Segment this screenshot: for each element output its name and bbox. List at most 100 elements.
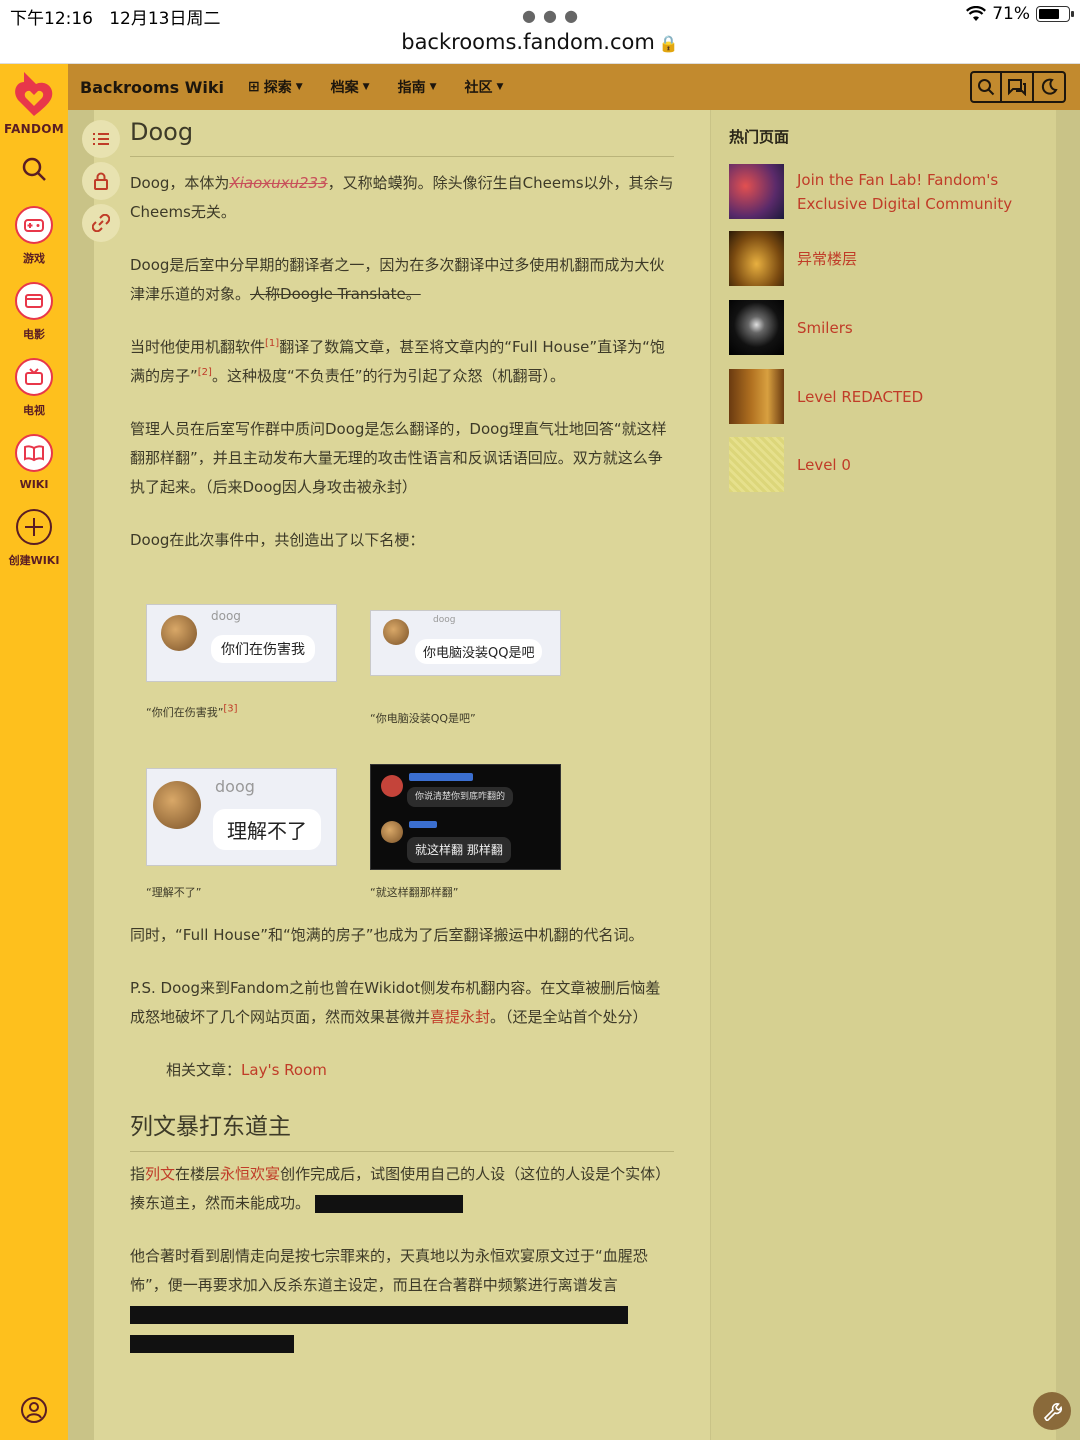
- reference-link[interactable]: [3]: [223, 703, 237, 714]
- reference-link[interactable]: [2]: [198, 367, 212, 378]
- chevron-down-icon: ▼: [362, 82, 370, 92]
- popular-page-item[interactable]: Join the Fan Lab! Fandom's Exclusive Dig…: [729, 164, 1037, 219]
- status-time: 下午12:16 12月13日周二: [10, 9, 221, 29]
- doog-avatar: [383, 619, 409, 645]
- reference-link[interactable]: [1]: [265, 338, 279, 349]
- page-title: Doog: [130, 114, 674, 157]
- gallery-image-2[interactable]: doog 你电脑没装QQ是吧: [370, 610, 561, 676]
- moon-icon: [1041, 78, 1058, 95]
- protect-button[interactable]: [82, 162, 120, 200]
- gallery-caption: “你们在伤害我”[3]: [146, 703, 238, 719]
- popular-pages: 热门页面 Join the Fan Lab! Fandom's Exclusiv…: [729, 126, 1049, 492]
- gallery-image-1[interactable]: doog 你们在伤害我: [146, 604, 337, 682]
- gamepad-icon: [15, 206, 53, 244]
- toc-button[interactable]: [82, 120, 120, 158]
- list-icon: [93, 133, 109, 145]
- rail-games[interactable]: 游戏: [0, 206, 68, 266]
- fandom-wordmark: FANDOM: [3, 122, 65, 136]
- popular-page-thumbnail: [729, 300, 784, 355]
- doog-avatar: [381, 821, 403, 843]
- doog-avatar: [153, 781, 201, 829]
- nav-guide[interactable]: 指南 ▼: [398, 77, 437, 97]
- right-gutter: [1056, 110, 1080, 1440]
- paragraph: Doog，本体为Xiaoxuxu233，又称蛤蟆狗。除头像衍生自Cheems以外…: [130, 174, 674, 221]
- status-right: 71%: [966, 4, 1074, 24]
- article-content-lower: 同时，“Full House”和“饱满的房子”也成为了后室翻译搬运中机翻的代名词…: [130, 921, 674, 1382]
- rail-create-label: 创建WIKI: [8, 554, 60, 567]
- rail-search[interactable]: [0, 156, 68, 186]
- popular-page-item[interactable]: 异常楼层: [729, 231, 1037, 286]
- lock-icon: [94, 172, 108, 190]
- popular-pages-title: 热门页面: [729, 128, 790, 146]
- search-icon: [22, 157, 46, 181]
- wifi-icon: [966, 6, 987, 21]
- address-bar[interactable]: backrooms.fandom.com 🔒: [0, 30, 1080, 54]
- rail-tv-label: 电视: [23, 404, 45, 417]
- paragraph: P.S. Doog来到Fandom之前也曾在Wikidot侧发布机翻内容。在文章…: [130, 979, 661, 1026]
- strikethrough-link[interactable]: Xiaoxuxu233: [229, 174, 327, 192]
- popular-page-thumbnail: [729, 231, 784, 286]
- rail-wiki[interactable]: WIKI: [0, 434, 68, 491]
- user-avatar: [381, 775, 403, 797]
- redaction-bar: [130, 1305, 628, 1324]
- popular-page-item[interactable]: Level 0: [729, 437, 1037, 492]
- fandom-global-nav: FANDOM 游戏 电影 电视 WIKI 创建WIKI: [0, 64, 68, 1440]
- page-side-tools: [82, 120, 120, 246]
- popular-page-thumbnail: [729, 437, 784, 492]
- book-icon: [15, 434, 53, 472]
- fandom-logo[interactable]: FANDOM: [0, 70, 68, 136]
- redaction-bar: [314, 1194, 463, 1213]
- share-link-button[interactable]: [82, 204, 120, 242]
- paragraph: Doog是后室中分早期的翻译者之一，因为在多次翻译中过多使用机翻而成为大伙津津乐…: [130, 256, 665, 303]
- nav-explore[interactable]: ⊞ 探索 ▼: [248, 77, 303, 97]
- paragraph: Doog在此次事件中，共创造出了以下名梗：: [130, 531, 425, 549]
- wrench-icon: [1043, 1403, 1062, 1421]
- nav-community[interactable]: 社区 ▼: [465, 77, 504, 97]
- paragraph: 同时，“Full House”和“饱满的房子”也成为了后室翻译搬运中机翻的代名词…: [130, 926, 644, 944]
- battery-icon: [1036, 6, 1074, 22]
- rail-tv[interactable]: 电视: [0, 358, 68, 418]
- search-icon: [978, 79, 995, 96]
- tab-menu-dots[interactable]: ● ● ●: [522, 6, 579, 25]
- search-button[interactable]: [970, 71, 1002, 103]
- user-circle-icon: [21, 1397, 47, 1423]
- nav-tools: [970, 71, 1066, 103]
- rail-movies[interactable]: 电影: [0, 282, 68, 342]
- paragraph: 他合著时看到剧情走向是按七宗罪来的，天真地以为永恒欢宴原文过于“血腥恐怖”，便一…: [130, 1242, 674, 1358]
- user-badge: [409, 821, 437, 828]
- link-icon: [92, 214, 110, 232]
- wiki-name[interactable]: Backrooms Wiki: [80, 78, 224, 97]
- rail-create-wiki[interactable]: 创建WIKI: [0, 508, 68, 568]
- section-heading: 列文暴打东道主: [130, 1109, 674, 1152]
- explore-icon: ⊞: [248, 79, 260, 95]
- gallery-caption: “就这样翻那样翻”: [370, 886, 459, 899]
- tv-icon: [15, 358, 53, 396]
- related-article: 相关文章：Lay's Room: [166, 1061, 327, 1079]
- inline-link[interactable]: 永恒欢宴: [220, 1165, 280, 1183]
- gallery-image-4[interactable]: 你说清楚你到底咋翻的 就这样翻 那样翻: [370, 764, 561, 870]
- rail-wiki-label: WIKI: [19, 478, 49, 491]
- page-tools-button[interactable]: [1033, 1392, 1071, 1430]
- popular-page-thumbnail: [729, 369, 784, 424]
- gallery-caption: “理解不了”: [146, 886, 202, 899]
- theme-toggle-button[interactable]: [1034, 71, 1066, 103]
- rail-account[interactable]: [0, 1396, 68, 1428]
- paragraph: 当时他使用机翻软件[1]翻译了数篇文章，甚至将文章内的“Full House”直…: [130, 338, 665, 385]
- popular-page-item[interactable]: Level RED​ACTED: [729, 369, 1037, 424]
- inline-link[interactable]: 列文: [145, 1165, 175, 1183]
- paragraph: 指列文在楼层永恒欢宴创作完成后，试图使用自己的人设（这位的人设是个实体）揍东道主…: [130, 1165, 671, 1213]
- redaction-bar: [130, 1334, 294, 1353]
- chevron-down-icon: ▼: [295, 82, 303, 92]
- discussions-button[interactable]: [1002, 71, 1034, 103]
- gallery-image-3[interactable]: doog 理解不了: [146, 768, 337, 866]
- related-article-link[interactable]: Lay's Room: [241, 1061, 327, 1079]
- popular-page-item[interactable]: Smilers: [729, 300, 1037, 355]
- chat-bubbles-icon: [1008, 79, 1026, 96]
- chevron-down-icon: ▼: [496, 82, 504, 92]
- doog-avatar: [161, 615, 197, 651]
- nav-archive[interactable]: 档案 ▼: [331, 77, 370, 97]
- left-gutter: [68, 110, 94, 1440]
- inline-link[interactable]: 喜提永封: [430, 1008, 490, 1026]
- battery-percent: 71%: [992, 4, 1030, 24]
- user-badge: [409, 773, 473, 781]
